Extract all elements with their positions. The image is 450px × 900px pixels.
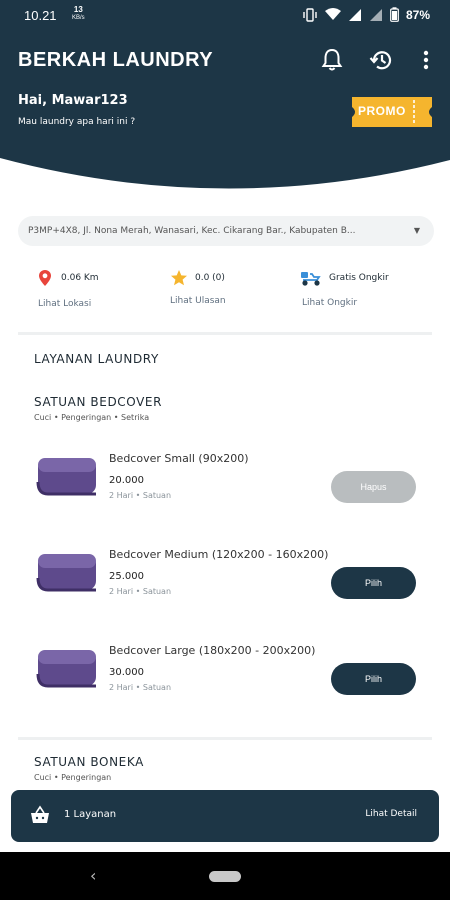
status-icons: 87% [302, 7, 430, 22]
hapus-button[interactable]: Hapus [331, 471, 416, 503]
item-name: Bedcover Small (90x200) [109, 452, 249, 465]
chevron-down-icon: ▼ [413, 226, 420, 235]
lihat-detail-link[interactable]: Lihat Detail [365, 809, 417, 819]
signal-icon-2 [369, 8, 382, 21]
item-meta: 2 Hari • Satuan [109, 587, 172, 596]
section-title: LAYANAN LAUNDRY [34, 352, 159, 366]
item-price: 25.000 [109, 571, 144, 582]
home-pill[interactable] [209, 871, 241, 882]
bedcover-image [36, 650, 96, 688]
lihat-ongkir-link[interactable]: Lihat Ongkir [302, 298, 357, 308]
group-title-boneka: SATUAN BONEKA [34, 755, 144, 769]
app-title: BERKAH LAUNDRY [18, 49, 214, 71]
status-time: 10.21 [24, 8, 57, 23]
item-price: 30.000 [109, 667, 144, 678]
group-title-bedcover: SATUAN BEDCOVER [34, 395, 163, 409]
greeting-subtitle: Mau laundry apa hari ini ? [18, 117, 136, 127]
star-icon [171, 270, 187, 286]
cart-count: 1 Layanan [64, 809, 117, 820]
address-selector[interactable]: P3MP+4X8, Jl. Nona Merah, Wanasari, Kec.… [18, 216, 434, 246]
back-icon[interactable]: ‹ [90, 866, 96, 885]
network-speed: 13 KB/s [72, 5, 85, 22]
item-meta: 2 Hari • Satuan [109, 683, 172, 692]
cart-bar[interactable]: 1 Layanan Lihat Detail [11, 790, 439, 842]
group-subtitle-boneka: Cuci • Pengeringan [34, 773, 112, 782]
location-pin-icon [39, 270, 51, 286]
history-icon[interactable] [368, 46, 396, 74]
lihat-lokasi-link[interactable]: Lihat Lokasi [38, 299, 91, 309]
divider [18, 332, 432, 335]
address-text: P3MP+4X8, Jl. Nona Merah, Wanasari, Kec.… [28, 226, 356, 236]
signal-icon [348, 8, 361, 21]
promo-label: PROMO [358, 104, 406, 118]
distance-value: 0.06 Km [61, 273, 99, 283]
item-meta: 2 Hari • Satuan [109, 491, 172, 500]
more-vertical-icon[interactable] [414, 46, 438, 74]
divider [18, 737, 432, 740]
pilih-button[interactable]: Pilih [331, 663, 416, 695]
status-bar: 10.21 13 KB/s 87% [0, 0, 450, 30]
bedcover-image [36, 458, 96, 496]
promo-ticket[interactable]: PROMO [352, 97, 432, 127]
greeting-text: Hai, Mawar123 [18, 93, 128, 108]
system-nav-bar: ‹ [0, 852, 450, 900]
battery-icon [390, 7, 399, 22]
delivery-value: Gratis Ongkir [329, 273, 389, 283]
group-subtitle-bedcover: Cuci • Pengeringan • Setrika [34, 413, 150, 422]
wifi-icon [324, 8, 341, 20]
item-name: Bedcover Medium (120x200 - 160x200) [109, 548, 329, 561]
pilih-button[interactable]: Pilih [331, 567, 416, 599]
bedcover-image [36, 554, 96, 592]
notification-bell-icon[interactable] [318, 46, 346, 74]
battery-percent: 87% [405, 7, 430, 22]
item-price: 20.000 [109, 475, 144, 486]
rating-value: 0.0 (0) [195, 273, 225, 283]
delivery-scooter-icon [301, 272, 321, 286]
basket-icon [31, 805, 49, 823]
item-name: Bedcover Large (180x200 - 200x200) [109, 644, 316, 657]
vibrate-icon [303, 7, 317, 22]
lihat-ulasan-link[interactable]: Lihat Ulasan [170, 296, 226, 306]
